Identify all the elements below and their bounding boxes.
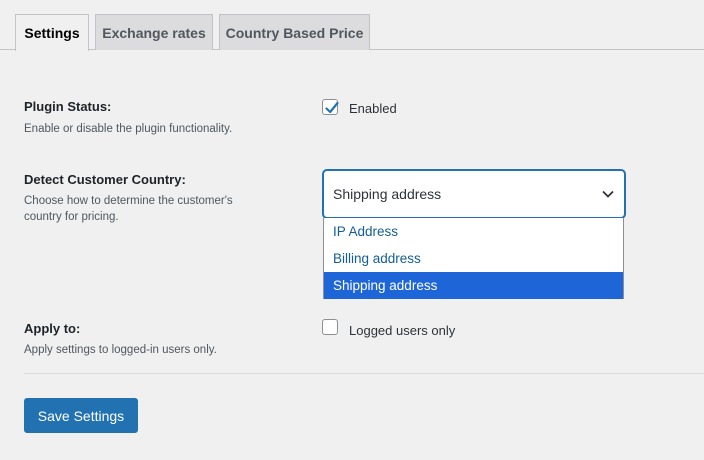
checkmark-icon (325, 101, 339, 114)
option-billing-address[interactable]: Billing address (324, 245, 623, 272)
detect-country-description-line1: Choose how to determine the customer's (24, 195, 233, 207)
detect-country-dropdown: IP Address Billing address Shipping addr… (323, 218, 624, 299)
plugin-status-label: Plugin Status: (24, 99, 112, 114)
logged-users-checkbox-label: Logged users only (349, 323, 456, 338)
tab-settings[interactable]: Settings (15, 14, 89, 51)
detect-country-selected-value: Shipping address (333, 186, 442, 202)
apply-to-description: Apply settings to logged-in users only. (24, 344, 217, 356)
detect-country-description-line2: country for pricing. (24, 211, 119, 223)
save-settings-button[interactable]: Save Settings (24, 398, 138, 433)
enabled-checkbox[interactable] (322, 99, 339, 115)
chevron-down-icon (602, 190, 614, 198)
option-shipping-address[interactable]: Shipping address (324, 272, 623, 299)
tab-country-based-price[interactable]: Country Based Price (219, 14, 370, 50)
settings-tabs: Settings Exchange rates Country Based Pr… (0, 0, 704, 51)
detect-country-label: Detect Customer Country: (24, 172, 186, 187)
apply-to-label: Apply to: (24, 321, 81, 336)
plugin-status-description: Enable or disable the plugin functionali… (24, 123, 233, 135)
option-ip-address[interactable]: IP Address (324, 218, 623, 245)
detect-country-description: Choose how to determine the customer's c… (24, 193, 233, 225)
divider (24, 373, 704, 374)
enabled-checkbox-label: Enabled (349, 101, 397, 116)
logged-users-checkbox[interactable] (322, 319, 338, 335)
tab-exchange-rates[interactable]: Exchange rates (95, 14, 213, 50)
detect-country-select[interactable]: Shipping address (323, 170, 625, 218)
